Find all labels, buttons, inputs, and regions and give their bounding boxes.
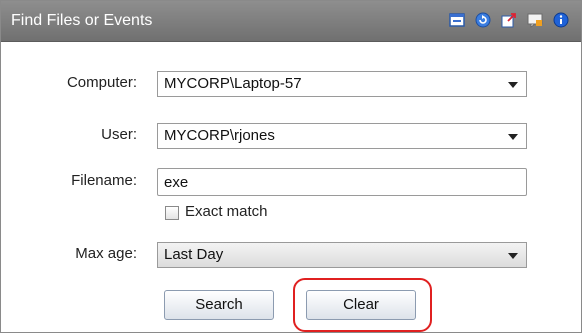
computer-select-value: MYCORP\Laptop-57 <box>164 75 302 92</box>
external-link-icon[interactable] <box>499 10 519 30</box>
computer-select[interactable]: MYCORP\Laptop-57 <box>157 71 527 97</box>
window-icon[interactable] <box>447 10 467 30</box>
clear-button-highlight <box>293 278 432 332</box>
max-age-select[interactable]: Last Day <box>157 242 527 268</box>
panel-header: Find Files or Events <box>1 1 581 42</box>
search-button[interactable]: Search <box>164 290 274 320</box>
chevron-down-icon <box>508 253 518 259</box>
user-select-value: MYCORP\rjones <box>164 127 275 144</box>
refresh-icon[interactable] <box>473 10 493 30</box>
find-files-panel: Find Files or Events Computer: MYCORP\La… <box>0 0 582 333</box>
exact-match-checkbox[interactable] <box>165 206 179 220</box>
max-age-select-value: Last Day <box>164 246 224 263</box>
exact-match-label: Exact match <box>185 203 268 220</box>
filename-input[interactable]: exe <box>157 168 527 196</box>
user-label: User: <box>101 126 137 143</box>
panel-title: Find Files or Events <box>11 12 153 29</box>
header-toolbar <box>447 10 571 30</box>
info-icon[interactable] <box>551 10 571 30</box>
max-age-label: Max age: <box>75 245 137 262</box>
filename-input-value: exe <box>164 174 189 191</box>
chevron-down-icon <box>508 134 518 140</box>
computer-label: Computer: <box>66 74 137 91</box>
chevron-down-icon <box>508 82 518 88</box>
user-select[interactable]: MYCORP\rjones <box>157 123 527 149</box>
comment-icon[interactable] <box>525 10 545 30</box>
filename-label: Filename: <box>71 172 137 189</box>
